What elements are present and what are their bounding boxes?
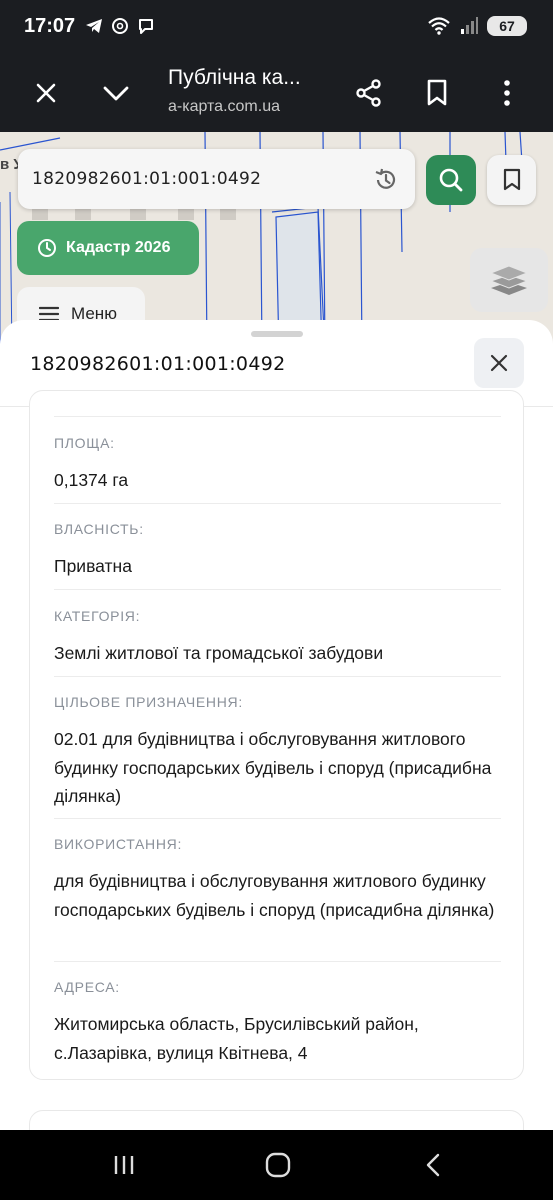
sheet-drag-handle[interactable] (251, 331, 303, 337)
map-bookmark-button[interactable] (487, 155, 536, 205)
field-value: Житомирська область, Брусилівський район… (54, 1014, 419, 1063)
more-icon (504, 80, 510, 106)
field-ownership: ВЛАСНІСТЬ: Приватна (54, 521, 501, 581)
search-button[interactable] (426, 155, 476, 205)
collapse-button[interactable] (94, 71, 138, 115)
divider (54, 676, 501, 677)
bookmark-icon (427, 79, 447, 106)
system-icons: 67 (427, 16, 527, 36)
close-icon (490, 354, 508, 372)
field-label: ПЛОЩА: (54, 435, 115, 451)
status-bar: 17:07 67 (0, 0, 553, 54)
parcel-details-sheet: 1820982601:01:001:0492 ПЛОЩА: 0,1374 га … (0, 320, 553, 1130)
threads-icon (112, 18, 128, 34)
viber-icon (139, 19, 153, 34)
field-label: АДРЕСА: (54, 979, 120, 995)
wifi-icon (428, 17, 450, 35)
sheet-title: 1820982601:01:001:0492 (30, 353, 286, 375)
field-address: АДРЕСА: Житомирська область, Брусилівськ… (54, 979, 501, 1067)
field-usage: ВИКОРИСТАННЯ: для будівництва і обслугов… (54, 836, 501, 924)
field-label: ВИКОРИСТАННЯ: (54, 836, 183, 852)
recents-button[interactable] (94, 1148, 154, 1182)
layers-icon (489, 265, 529, 295)
field-purpose: ЦІЛЬОВЕ ПРИЗНАЧЕННЯ: 02.01 для будівницт… (54, 694, 501, 811)
chevron-down-icon (103, 86, 129, 101)
more-options-button[interactable] (485, 71, 529, 115)
history-icon[interactable] (373, 167, 399, 193)
field-value: 0,1374 га (54, 470, 129, 490)
field-label: КАТЕГОРІЯ: (54, 608, 141, 624)
field-label: ВЛАСНІСТЬ: (54, 521, 144, 537)
clock-icon (38, 239, 56, 257)
map-view[interactable]: в У 1820982601:01:001:0492 Кадастр 2026 … (0, 132, 553, 352)
secondary-card (29, 1110, 524, 1130)
search-input[interactable]: 1820982601:01:001:0492 (18, 149, 415, 209)
share-icon (356, 79, 381, 107)
home-button[interactable] (248, 1148, 308, 1182)
bookmark-page-button[interactable] (415, 71, 459, 115)
field-value: 02.01 для будівництва і обслуговування ж… (54, 729, 492, 806)
page-title: Публічна ка... (168, 66, 301, 89)
search-icon (439, 168, 463, 192)
divider (54, 818, 501, 819)
close-sheet-button[interactable] (474, 338, 524, 388)
kadastr-label: Кадастр 2026 (66, 239, 171, 256)
signal-icon (461, 17, 478, 34)
divider (54, 416, 501, 417)
share-button[interactable] (347, 71, 391, 115)
telegram-icon (86, 19, 102, 33)
field-value: Приватна (54, 556, 132, 576)
home-icon (265, 1152, 291, 1178)
back-button[interactable] (403, 1148, 463, 1182)
kadastr-button[interactable]: Кадастр 2026 (17, 221, 199, 275)
status-time: 17:07 (24, 15, 76, 37)
system-nav-bar (0, 1130, 553, 1200)
field-value: Землі житлової та громадської забудови (54, 643, 384, 663)
search-value: 1820982601:01:001:0492 (32, 169, 262, 189)
divider (54, 961, 501, 962)
divider (54, 589, 501, 590)
browser-toolbar: Публічна ка... а-карта.com.ua (0, 54, 553, 132)
field-label: ЦІЛЬОВЕ ПРИЗНАЧЕННЯ: (54, 694, 243, 710)
notification-icons (84, 16, 156, 36)
close-icon (36, 83, 56, 103)
back-icon (426, 1153, 440, 1177)
field-area: ПЛОЩА: 0,1374 га (54, 435, 501, 495)
field-category: КАТЕГОРІЯ: Землі житлової та громадської… (54, 608, 501, 668)
parcel-info-card: ПЛОЩА: 0,1374 га ВЛАСНІСТЬ: Приватна КАТ… (29, 390, 524, 1080)
close-tab-button[interactable] (24, 71, 68, 115)
bookmark-icon (503, 168, 520, 191)
recents-icon (114, 1156, 134, 1174)
battery-indicator: 67 (487, 16, 527, 36)
divider (54, 503, 501, 504)
layers-button[interactable] (470, 248, 548, 312)
page-url[interactable]: а-карта.com.ua (168, 98, 280, 116)
field-value: для будівництва і обслуговування житлово… (54, 871, 495, 920)
